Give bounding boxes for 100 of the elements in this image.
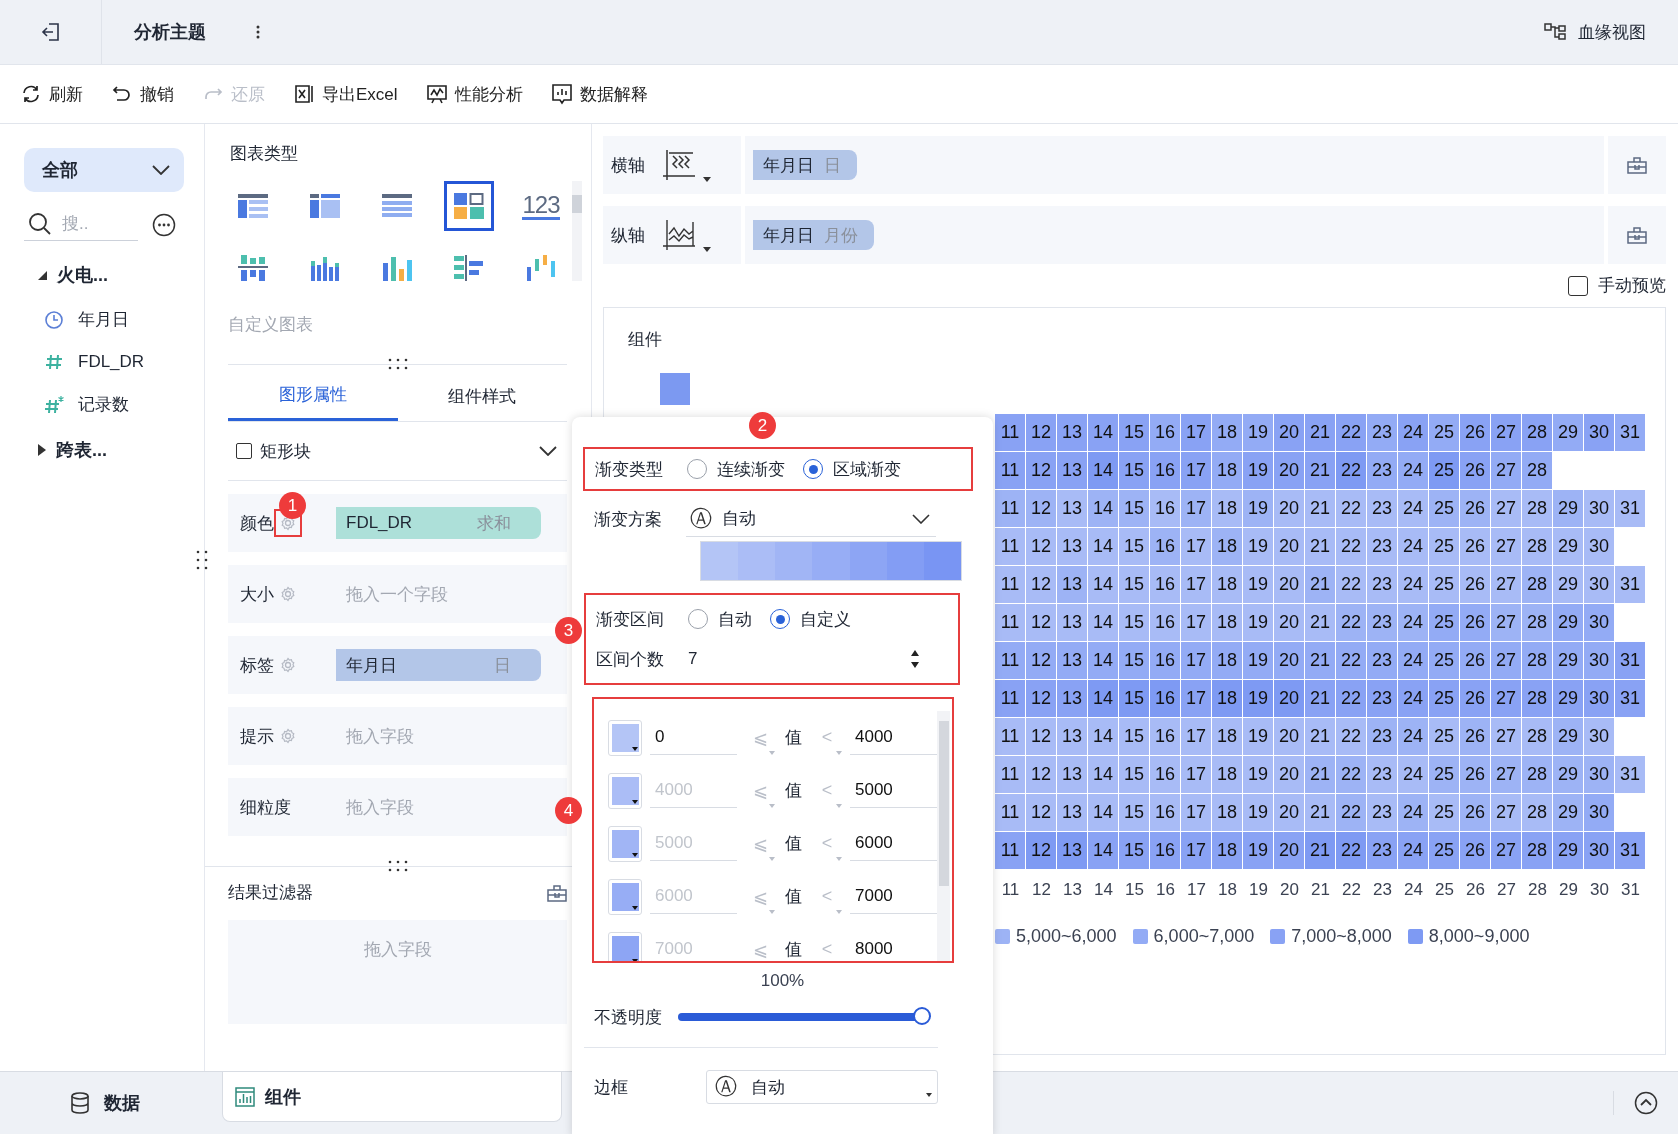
toolbar-button[interactable]: 数据解释 bbox=[550, 82, 648, 106]
input-field[interactable]: 0 bbox=[650, 720, 737, 755]
stepper-icon[interactable] bbox=[910, 648, 920, 670]
checkbox[interactable] bbox=[236, 443, 252, 459]
heatmap-cell: 15 bbox=[1119, 528, 1149, 565]
drag-handle-icon[interactable] bbox=[196, 549, 208, 571]
axis-tick-label: 22 bbox=[1341, 880, 1362, 900]
opacity-reading: 100% bbox=[759, 971, 806, 991]
toolbar-button[interactable]: 撤销 bbox=[111, 82, 174, 106]
heatmap-cell: 12 bbox=[1026, 490, 1056, 527]
legend-label[interactable]: 5,000~6,000 bbox=[1016, 926, 1117, 947]
tree-node[interactable]: 跨表... bbox=[38, 438, 204, 462]
lineage-view-button[interactable]: 血缘视图 bbox=[1544, 20, 1646, 44]
legend-swatch[interactable] bbox=[995, 929, 1010, 944]
bottom-tab[interactable]: 数据 bbox=[0, 1072, 205, 1134]
field-pill[interactable]: 年月日 日 bbox=[753, 150, 857, 180]
checkbox[interactable] bbox=[1568, 275, 1588, 296]
heatmap-cell: 12 bbox=[1026, 528, 1056, 565]
legend-swatch[interactable] bbox=[1270, 929, 1286, 944]
field-item[interactable]: FDL_DR bbox=[44, 352, 204, 372]
legend-swatch[interactable] bbox=[1132, 929, 1148, 944]
opacity-slider[interactable] bbox=[678, 1007, 932, 1027]
collapse-icon[interactable] bbox=[1613, 1091, 1658, 1115]
heatmap-cell: 13 bbox=[1057, 490, 1087, 527]
legend-label[interactable]: 8,000~9,000 bbox=[1428, 926, 1530, 947]
panel-tab[interactable]: 组件样式 bbox=[397, 371, 567, 421]
radio-option[interactable]: 连续渐变 bbox=[687, 457, 785, 481]
caret-icon[interactable] bbox=[703, 247, 711, 252]
heatmap-cell: 31 bbox=[1615, 414, 1645, 451]
option-label: 不透明度 bbox=[594, 1006, 663, 1029]
heatmap-cell: 12 bbox=[1026, 452, 1056, 489]
toolbox-button[interactable] bbox=[1608, 206, 1666, 264]
field-item[interactable]: 记录数 bbox=[44, 393, 204, 416]
more-icon[interactable] bbox=[152, 212, 176, 237]
radio-option[interactable]: 自动 bbox=[688, 607, 752, 631]
legend-label[interactable]: 7,000~8,000 bbox=[1291, 926, 1392, 947]
border-select[interactable]: Ⓐ 自动 bbox=[706, 1070, 938, 1104]
toolbox-button[interactable] bbox=[1608, 136, 1666, 194]
field-label: 提示 bbox=[240, 725, 275, 748]
table-icon bbox=[238, 194, 268, 218]
number-field[interactable]: 7 bbox=[688, 641, 928, 677]
color-picker[interactable] bbox=[608, 931, 642, 961]
database-icon bbox=[70, 1092, 90, 1114]
legend-swatch[interactable] bbox=[1407, 929, 1423, 944]
field-pill[interactable]: 年月日 日 bbox=[336, 649, 541, 681]
toolbar-button[interactable]: 性能分析 bbox=[425, 82, 523, 106]
heatmap-cell: 21 bbox=[1305, 452, 1335, 489]
color-picker[interactable] bbox=[608, 878, 642, 915]
heatmap-cell: 30 bbox=[1584, 642, 1614, 679]
drop-zone[interactable]: 年月日 日 bbox=[745, 136, 1604, 194]
more-icon[interactable] bbox=[256, 25, 260, 39]
toolbar-button[interactable]: 导出Excel bbox=[293, 82, 398, 106]
toolbox-icon[interactable] bbox=[547, 883, 567, 902]
field-pill[interactable]: FDL_DR 求和 bbox=[336, 507, 541, 539]
field-item[interactable]: 年月日 bbox=[44, 308, 204, 331]
field-label: 标签 bbox=[240, 654, 275, 677]
heatmap-cell: 17 bbox=[1181, 528, 1211, 565]
heatmap-cell: 26 bbox=[1460, 414, 1490, 451]
color-picker[interactable] bbox=[608, 825, 642, 862]
custom-chart-label: 自定义图表 bbox=[228, 314, 314, 336]
radio-option[interactable]: 自定义 bbox=[770, 607, 851, 631]
drop-field[interactable]: 标签 年月日 日 bbox=[228, 636, 567, 694]
heatmap-cell: 20 bbox=[1274, 528, 1304, 565]
heatmap-cell: 30 bbox=[1584, 718, 1614, 755]
heatmap-cell: 22 bbox=[1336, 414, 1366, 451]
tree-node[interactable]: 火电... bbox=[38, 263, 204, 287]
drop-zone[interactable]: 年月日 月份 bbox=[745, 206, 1604, 264]
panel-tab[interactable]: 图形属性 bbox=[228, 371, 398, 421]
heatmap-cell: 24 bbox=[1398, 832, 1428, 869]
heatmap-cell: 12 bbox=[1026, 414, 1056, 451]
radio-option[interactable]: 区域渐变 bbox=[803, 457, 901, 481]
drop-placeholder: 拖入字段 bbox=[346, 796, 414, 819]
heatmap-cell: 13 bbox=[1057, 756, 1087, 793]
caret-icon[interactable] bbox=[703, 177, 711, 182]
search-field[interactable]: 搜.. bbox=[60, 213, 128, 235]
chevron-down-icon[interactable] bbox=[539, 446, 557, 456]
field-pill[interactable]: 年月日 月份 bbox=[753, 220, 874, 250]
color-picker[interactable] bbox=[608, 772, 642, 809]
drop-field[interactable]: 大小 拖入一个字段 bbox=[228, 565, 567, 623]
axis-tick-label: 25 bbox=[1434, 880, 1455, 900]
scrollbar[interactable] bbox=[572, 181, 582, 281]
hash-icon bbox=[44, 352, 64, 372]
drag-handle-icon[interactable] bbox=[386, 358, 409, 370]
scheme-select[interactable]: Ⓐ 自动 bbox=[686, 501, 936, 537]
option-label: 渐变方案 bbox=[594, 508, 663, 531]
chart-type-button[interactable]: 123 bbox=[516, 181, 566, 231]
drag-handle-icon[interactable] bbox=[387, 860, 409, 872]
heatmap-cell: 30 bbox=[1584, 490, 1614, 527]
field-label: 细粒度 bbox=[240, 796, 291, 819]
scrollbar[interactable] bbox=[937, 711, 950, 961]
chart-type-button[interactable] bbox=[444, 181, 494, 231]
settings-icon[interactable] bbox=[280, 515, 296, 531]
axis-tick-label: 12 bbox=[1031, 880, 1052, 900]
drop-field[interactable]: 提示 拖入字段 bbox=[228, 707, 567, 765]
toolbar-button[interactable]: 刷新 bbox=[20, 82, 83, 106]
legend-label[interactable]: 6,000~7,000 bbox=[1153, 926, 1255, 947]
color-picker[interactable] bbox=[608, 719, 642, 756]
bottom-tab[interactable]: 组件 bbox=[222, 1072, 562, 1122]
heatmap-cell: 16 bbox=[1150, 566, 1180, 603]
scope-dropdown[interactable]: 全部 bbox=[24, 148, 184, 192]
